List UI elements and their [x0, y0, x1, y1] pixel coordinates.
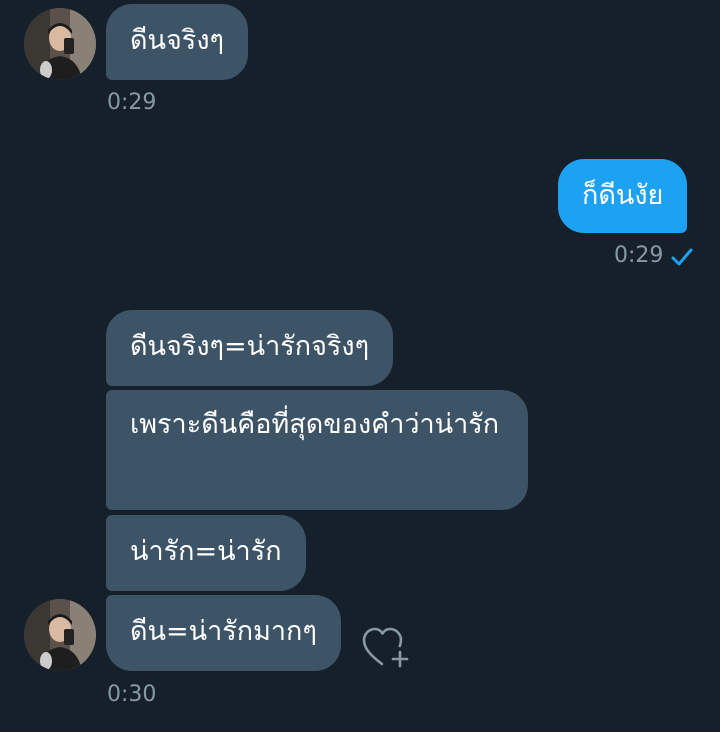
message-text: เพราะดีนคือที่สุดของคำว่าน่ารัก	[130, 409, 500, 440]
message-text: น่ารัก=น่ารัก	[130, 536, 282, 567]
incoming-message-bubble[interactable]: น่ารัก=น่ารัก	[106, 515, 306, 591]
avatar[interactable]	[24, 8, 96, 80]
heart-plus-icon[interactable]	[362, 626, 412, 670]
check-icon	[671, 248, 693, 266]
message-timestamp: 0:29	[107, 90, 157, 115]
incoming-message-bubble[interactable]: ดีนจริงๆ=น่ารักจริงๆ	[106, 310, 394, 386]
message-text: ดีน=น่ารักมากๆ	[130, 616, 317, 647]
user-photo-icon	[24, 599, 96, 671]
message-timestamp: 0:30	[107, 682, 157, 707]
message-timestamp: 0:29	[614, 243, 664, 268]
incoming-message-bubble[interactable]: ดีนจริงๆ	[106, 4, 248, 80]
conversation-thread: ดีนจริงๆ 0:29 ก็ดีนงัย 0:29 ดีนจริงๆ=น่า…	[0, 0, 720, 732]
message-text: ดีนจริงๆ	[130, 25, 224, 56]
message-text: ก็ดีนงัย	[582, 180, 664, 211]
message-text: ดีนจริงๆ=น่ารักจริงๆ	[130, 331, 370, 362]
incoming-message-bubble[interactable]: ดีน=น่ารักมากๆ	[106, 595, 341, 671]
user-photo-icon	[24, 8, 96, 80]
outgoing-message-bubble[interactable]: ก็ดีนงัย	[558, 159, 688, 233]
incoming-message-bubble[interactable]: เพราะดีนคือที่สุดของคำว่าน่ารัก	[106, 390, 528, 510]
avatar[interactable]	[24, 599, 96, 671]
